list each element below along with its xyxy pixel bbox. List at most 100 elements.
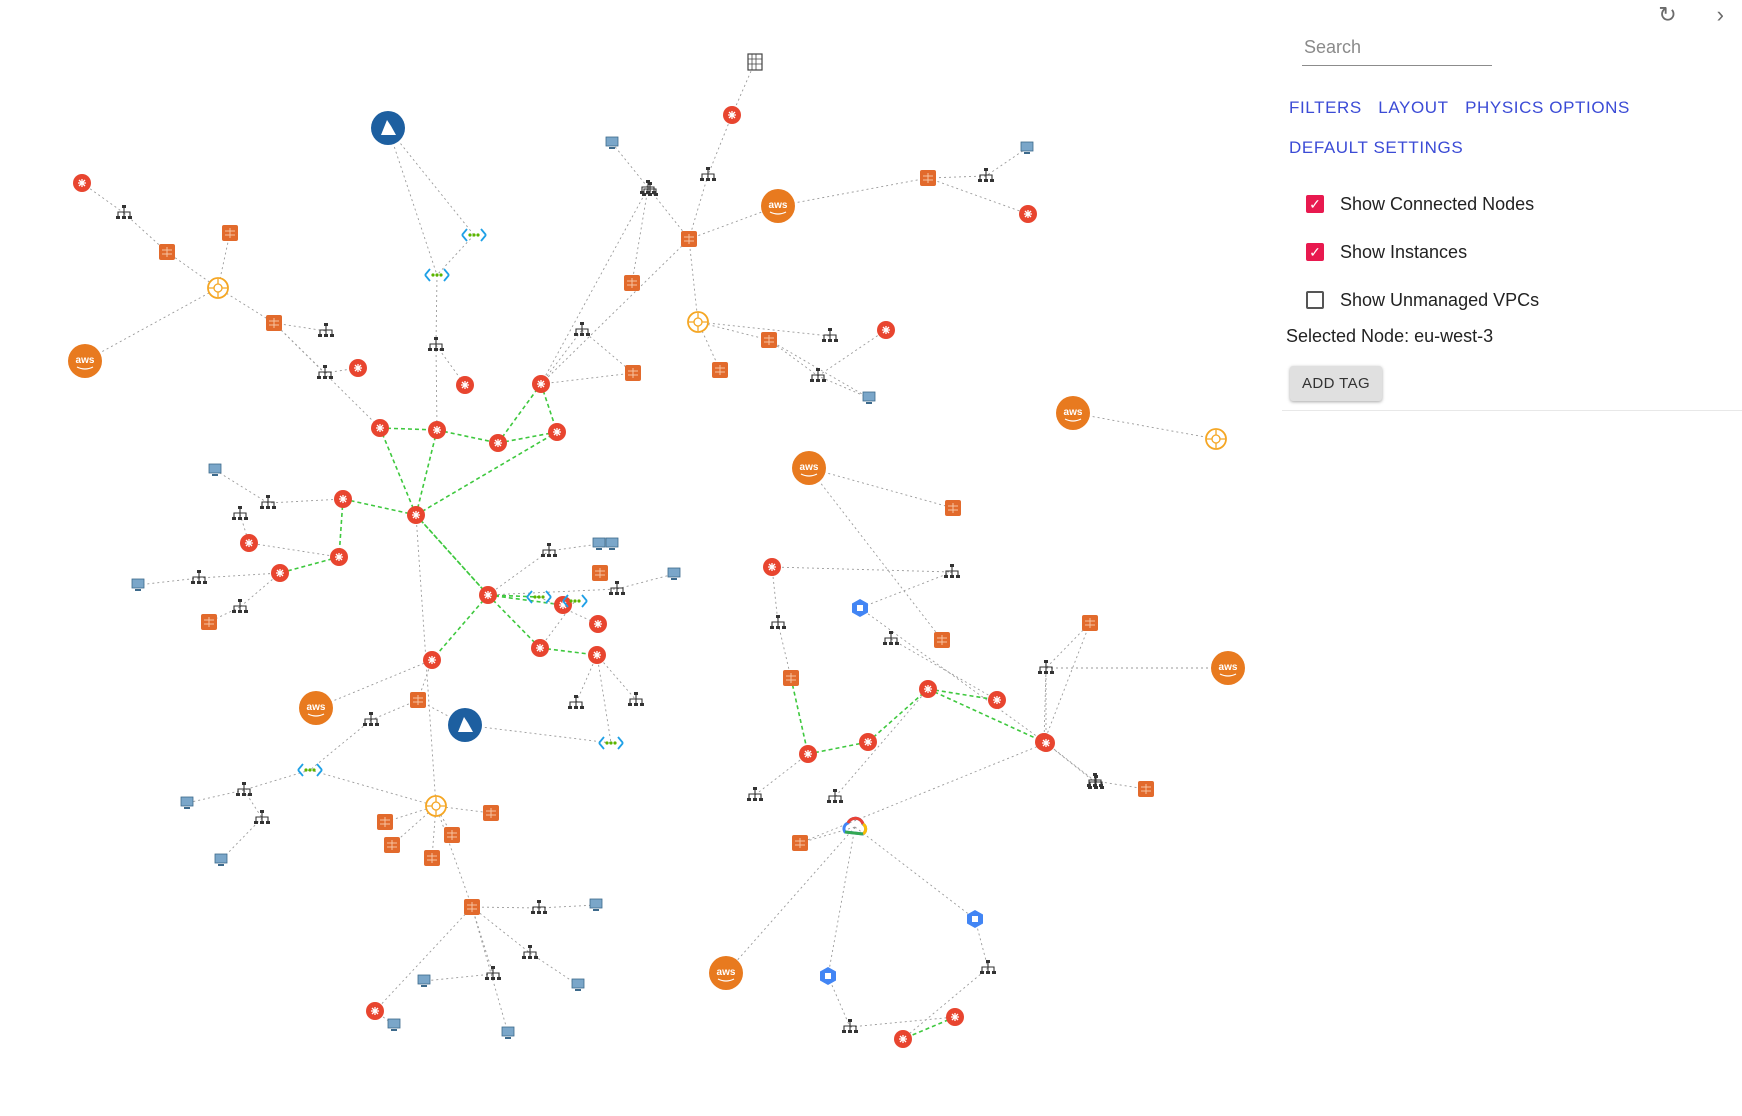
subnet-icon[interactable] bbox=[842, 1019, 858, 1033]
vpc-icon[interactable] bbox=[681, 231, 697, 247]
router-icon[interactable] bbox=[349, 359, 367, 377]
router-icon[interactable] bbox=[894, 1030, 912, 1048]
vpc-icon[interactable] bbox=[222, 225, 238, 241]
subnet-icon[interactable] bbox=[531, 900, 547, 914]
router-icon[interactable] bbox=[799, 745, 817, 763]
subnet-icon[interactable] bbox=[822, 328, 838, 342]
subnet-icon[interactable] bbox=[485, 966, 501, 980]
router-icon[interactable] bbox=[371, 419, 389, 437]
building-icon[interactable] bbox=[747, 53, 763, 71]
subnet-icon[interactable] bbox=[363, 712, 379, 726]
tab-filters[interactable]: FILTERS bbox=[1289, 98, 1362, 118]
vnet-icon[interactable] bbox=[461, 228, 487, 242]
subnet-icon[interactable] bbox=[254, 810, 270, 824]
tab-physics-options[interactable]: PHYSICS OPTIONS bbox=[1465, 98, 1630, 118]
aws-icon[interactable]: aws bbox=[1056, 396, 1090, 430]
subnet-icon[interactable] bbox=[318, 323, 334, 337]
router-icon[interactable] bbox=[240, 534, 258, 552]
subnet-icon[interactable] bbox=[609, 581, 625, 595]
subnet-icon[interactable] bbox=[944, 564, 960, 578]
router-icon[interactable] bbox=[428, 421, 446, 439]
vpc-icon[interactable] bbox=[1138, 781, 1154, 797]
vnet-icon[interactable] bbox=[297, 763, 323, 777]
gateway-icon[interactable] bbox=[687, 311, 709, 333]
checkbox-show-connected-nodes[interactable]: ✓ bbox=[1306, 195, 1324, 213]
instance-icon[interactable] bbox=[592, 537, 606, 550]
aws-icon[interactable]: aws bbox=[299, 691, 333, 725]
tab-default-settings[interactable]: DEFAULT SETTINGS bbox=[1289, 138, 1463, 158]
aws-icon[interactable]: aws bbox=[1211, 651, 1245, 685]
subnet-icon[interactable] bbox=[700, 167, 716, 181]
instance-icon[interactable] bbox=[667, 567, 681, 580]
vpc-icon[interactable] bbox=[592, 565, 608, 581]
router-icon[interactable] bbox=[73, 174, 91, 192]
subnet-icon[interactable] bbox=[541, 543, 557, 557]
router-icon[interactable] bbox=[1019, 205, 1037, 223]
vpc-icon[interactable] bbox=[945, 500, 961, 516]
router-icon[interactable] bbox=[489, 434, 507, 452]
search-input[interactable] bbox=[1302, 36, 1496, 59]
router-icon[interactable] bbox=[877, 321, 895, 339]
router-icon[interactable] bbox=[723, 106, 741, 124]
router-icon[interactable] bbox=[423, 651, 441, 669]
instance-icon[interactable] bbox=[208, 463, 222, 476]
subnet-icon[interactable] bbox=[522, 945, 538, 959]
subnet-icon[interactable] bbox=[642, 182, 658, 196]
subnet-icon[interactable] bbox=[980, 960, 996, 974]
vpc-icon[interactable] bbox=[266, 315, 282, 331]
instance-icon[interactable] bbox=[605, 537, 619, 550]
router-icon[interactable] bbox=[271, 564, 289, 582]
instance-icon[interactable] bbox=[180, 796, 194, 809]
gcp-node-icon[interactable] bbox=[852, 599, 868, 617]
subnet-icon[interactable] bbox=[883, 631, 899, 645]
gateway-icon[interactable] bbox=[425, 795, 447, 817]
instance-icon[interactable] bbox=[589, 898, 603, 911]
subnet-icon[interactable] bbox=[232, 599, 248, 613]
router-icon[interactable] bbox=[1037, 734, 1055, 752]
vnet-icon[interactable] bbox=[424, 268, 450, 282]
subnet-icon[interactable] bbox=[978, 168, 994, 182]
router-icon[interactable] bbox=[588, 646, 606, 664]
router-icon[interactable] bbox=[532, 375, 550, 393]
vpc-icon[interactable] bbox=[464, 899, 480, 915]
instance-icon[interactable] bbox=[1020, 141, 1034, 154]
router-icon[interactable] bbox=[334, 490, 352, 508]
aws-icon[interactable]: aws bbox=[792, 451, 826, 485]
tab-layout[interactable]: LAYOUT bbox=[1378, 98, 1448, 118]
gcp-node-icon[interactable] bbox=[820, 967, 836, 985]
vpc-icon[interactable] bbox=[792, 835, 808, 851]
instance-icon[interactable] bbox=[214, 853, 228, 866]
router-icon[interactable] bbox=[479, 586, 497, 604]
vpc-icon[interactable] bbox=[934, 632, 950, 648]
checkbox-show-unmanaged-vpcs[interactable] bbox=[1306, 291, 1324, 309]
aws-icon[interactable]: aws bbox=[709, 956, 743, 990]
instance-icon[interactable] bbox=[605, 136, 619, 149]
subnet-icon[interactable] bbox=[191, 570, 207, 584]
subnet-icon[interactable] bbox=[827, 789, 843, 803]
chevron-right-icon[interactable]: › bbox=[1717, 4, 1724, 26]
subnet-icon[interactable] bbox=[568, 695, 584, 709]
subnet-icon[interactable] bbox=[770, 615, 786, 629]
vpc-icon[interactable] bbox=[410, 692, 426, 708]
option-show-instances[interactable]: ✓ Show Instances bbox=[1306, 228, 1539, 276]
azure-icon[interactable] bbox=[371, 111, 405, 145]
vpc-icon[interactable] bbox=[712, 362, 728, 378]
instance-icon[interactable] bbox=[862, 391, 876, 404]
router-icon[interactable] bbox=[366, 1002, 384, 1020]
aws-icon[interactable]: aws bbox=[761, 189, 795, 223]
vpc-icon[interactable] bbox=[201, 614, 217, 630]
option-show-connected-nodes[interactable]: ✓ Show Connected Nodes bbox=[1306, 180, 1539, 228]
refresh-icon[interactable]: ↻ bbox=[1658, 4, 1676, 26]
router-icon[interactable] bbox=[946, 1008, 964, 1026]
vpc-icon[interactable] bbox=[444, 827, 460, 843]
instance-icon[interactable] bbox=[417, 974, 431, 987]
checkbox-show-instances[interactable]: ✓ bbox=[1306, 243, 1324, 261]
instance-icon[interactable] bbox=[571, 978, 585, 991]
router-icon[interactable] bbox=[330, 548, 348, 566]
vpc-icon[interactable] bbox=[377, 814, 393, 830]
subnet-icon[interactable] bbox=[232, 506, 248, 520]
router-icon[interactable] bbox=[919, 680, 937, 698]
vpc-icon[interactable] bbox=[424, 850, 440, 866]
subnet-icon[interactable] bbox=[810, 368, 826, 382]
router-icon[interactable] bbox=[988, 691, 1006, 709]
